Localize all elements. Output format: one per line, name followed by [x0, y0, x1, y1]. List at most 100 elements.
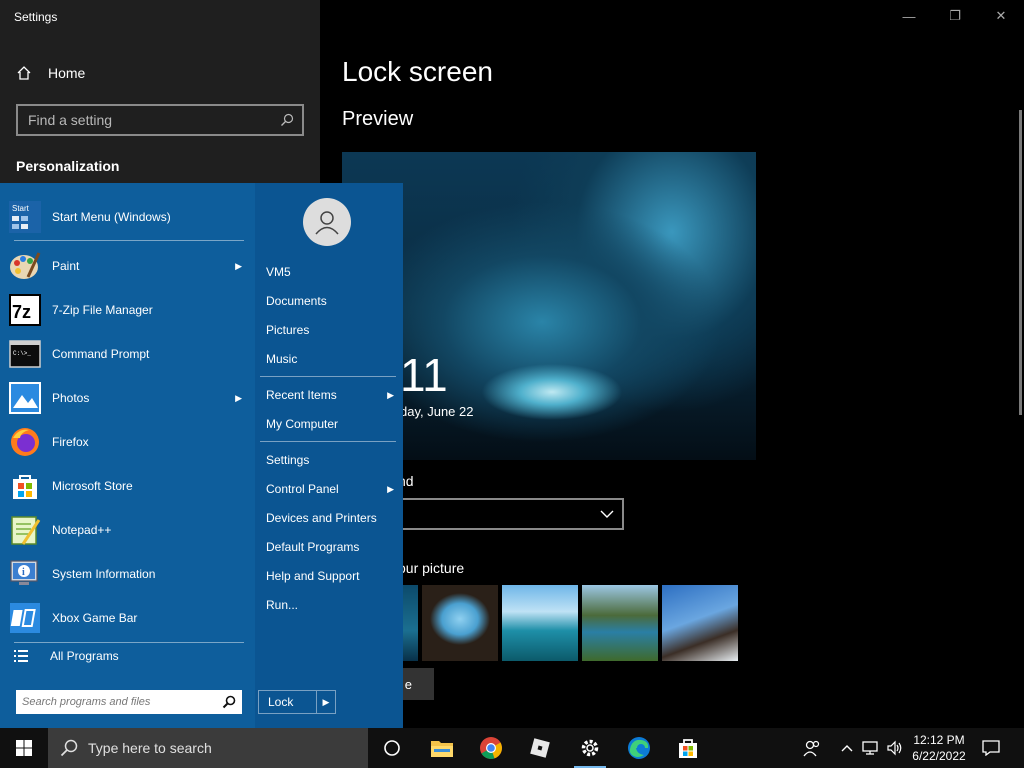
link-control-panel[interactable]: Control Panel ▶ [266, 477, 396, 501]
notepadpp-icon [8, 513, 42, 547]
link-music[interactable]: Music [266, 347, 396, 371]
picture-thumbnail[interactable] [502, 585, 578, 661]
page-title: Lock screen [342, 56, 493, 87]
edge-button[interactable] [615, 728, 663, 768]
program-item-paint[interactable]: Paint ▶ [8, 246, 248, 286]
roblox-button[interactable] [516, 728, 564, 768]
choose-picture-label: our picture [398, 560, 465, 576]
paint-icon [8, 249, 42, 283]
cmd-icon: C:\>_ [8, 337, 42, 371]
submenu-arrow-icon: ▶ [387, 389, 394, 400]
file-explorer-button[interactable] [418, 728, 466, 768]
find-setting-input[interactable]: Find a setting [16, 104, 304, 136]
svg-text:i: i [22, 567, 25, 578]
clock-date: 6/22/2022 [912, 749, 966, 763]
program-label: System Information [52, 567, 156, 581]
program-item-photos[interactable]: Photos ▶ [8, 378, 248, 418]
divider [14, 642, 244, 643]
window-title: Settings [14, 10, 58, 24]
power-options-arrow-icon[interactable]: ▶ [317, 691, 335, 713]
network-button[interactable] [860, 728, 882, 768]
program-label: Microsoft Store [52, 479, 133, 493]
all-programs-button[interactable]: All Programs [14, 649, 119, 663]
program-item-xbox-game-bar[interactable]: Xbox Game Bar [8, 598, 248, 638]
link-settings[interactable]: Settings [266, 448, 396, 472]
store-icon [679, 739, 697, 758]
lock-button-group: Lock ▶ [258, 690, 336, 714]
program-label: 7-Zip File Manager [52, 303, 153, 317]
chrome-button[interactable] [467, 728, 515, 768]
people-button[interactable] [800, 728, 824, 768]
taskbar-search-box[interactable]: Type here to search [48, 728, 368, 768]
all-programs-label: All Programs [50, 649, 119, 663]
start-menu-search-input[interactable]: Search programs and files [16, 690, 242, 714]
roblox-icon [530, 738, 550, 758]
minimize-button[interactable]: — [886, 0, 932, 32]
maximize-button[interactable]: ❐ [932, 0, 978, 32]
taskbar-clock[interactable]: 12:12 PM 6/22/2022 [906, 732, 972, 764]
scrollbar[interactable] [1019, 110, 1022, 415]
link-my-computer[interactable]: My Computer [266, 412, 396, 436]
start-menu: Start Start Menu (Windows) Paint ▶ 7z 7-… [0, 183, 403, 728]
link-label: Control Panel [266, 482, 339, 496]
link-devices-printers[interactable]: Devices and Printers [266, 506, 396, 530]
start-menu-search-placeholder: Search programs and files [22, 696, 151, 708]
store-icon [8, 469, 42, 503]
windows-logo-icon [16, 740, 32, 756]
divider [260, 376, 396, 377]
sysinfo-icon: i [8, 557, 42, 591]
svg-text:7z: 7z [12, 302, 31, 322]
search-icon [60, 739, 78, 757]
svg-text:C:\>_: C:\>_ [13, 350, 31, 357]
start-menu-icon: Start [8, 200, 42, 234]
picture-thumbnail[interactable] [422, 585, 498, 661]
window-controls: — ❐ ✕ [886, 0, 1024, 32]
divider [14, 240, 244, 241]
program-item-microsoft-store[interactable]: Microsoft Store [8, 466, 248, 506]
lock-button[interactable]: Lock [259, 691, 317, 713]
volume-button[interactable] [884, 728, 906, 768]
link-default-programs[interactable]: Default Programs [266, 535, 396, 559]
chevron-down-icon [600, 510, 614, 518]
home-nav-item[interactable]: Home [16, 62, 296, 84]
start-menu-header-label: Start Menu (Windows) [52, 210, 171, 224]
submenu-arrow-icon: ▶ [387, 483, 394, 494]
start-menu-header-item[interactable]: Start Start Menu (Windows) [8, 197, 248, 237]
link-pictures[interactable]: Pictures [266, 318, 396, 342]
network-icon [862, 741, 878, 755]
program-item-7zip[interactable]: 7z 7-Zip File Manager [8, 290, 248, 330]
picture-thumbnail[interactable] [582, 585, 658, 661]
settings-main-pane: — ❐ ✕ Lock screen Preview 11 day, June 2… [320, 0, 1024, 728]
volume-icon [887, 740, 902, 756]
start-button[interactable] [0, 728, 48, 768]
link-user[interactable]: VM5 [266, 260, 396, 284]
list-icon [14, 650, 28, 662]
settings-taskbar-button[interactable] [566, 728, 614, 768]
close-button[interactable]: ✕ [978, 0, 1024, 32]
firefox-icon [8, 425, 42, 459]
7zip-icon: 7z [8, 293, 42, 327]
link-run[interactable]: Run... [266, 593, 396, 617]
xbox-icon [8, 601, 42, 635]
find-setting-placeholder: Find a setting [28, 112, 113, 128]
picture-thumbnail[interactable] [662, 585, 738, 661]
program-item-notepadpp[interactable]: Notepad++ [8, 510, 248, 550]
show-hidden-icons-button[interactable] [838, 728, 856, 768]
program-item-system-information[interactable]: i System Information [8, 554, 248, 594]
taskbar: Type here to search 12:12 PM 6/22/2022 [0, 728, 1024, 768]
home-label: Home [48, 65, 86, 81]
link-documents[interactable]: Documents [266, 289, 396, 313]
program-item-command-prompt[interactable]: C:\>_ Command Prompt [8, 334, 248, 374]
program-item-firefox[interactable]: Firefox [8, 422, 248, 462]
search-icon [281, 113, 294, 126]
user-avatar[interactable] [303, 198, 351, 246]
link-recent-items[interactable]: Recent Items ▶ [266, 383, 396, 407]
edge-icon [628, 737, 650, 759]
action-center-button[interactable] [980, 728, 1002, 768]
task-view-button[interactable] [368, 728, 416, 768]
store-taskbar-button[interactable] [664, 728, 712, 768]
program-label: Xbox Game Bar [52, 611, 138, 625]
program-label: Command Prompt [52, 347, 150, 361]
link-help-support[interactable]: Help and Support [266, 564, 396, 588]
submenu-arrow-icon: ▶ [235, 260, 242, 271]
